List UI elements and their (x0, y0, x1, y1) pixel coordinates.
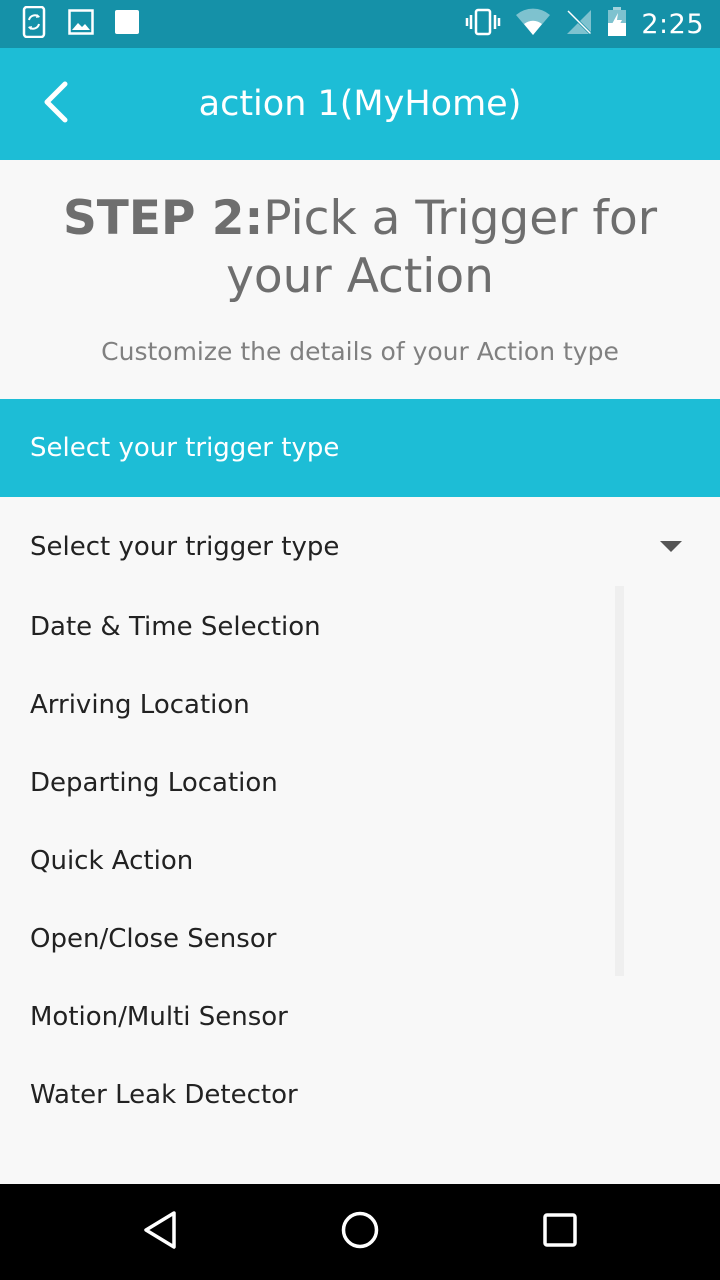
home-circle-icon (340, 1210, 380, 1254)
vibrate-icon (465, 8, 501, 40)
step-title: Pick a Trigger for your Action (226, 191, 658, 304)
page-title: action 1(MyHome) (198, 84, 522, 124)
option-departing-location[interactable]: Departing Location (0, 744, 720, 822)
option-date-time[interactable]: Date & Time Selection (0, 588, 720, 666)
dropdown-selected-label: Select your trigger type (30, 532, 340, 562)
step-subtitle: Customize the details of your Action typ… (101, 337, 619, 366)
no-signal-icon (565, 8, 593, 40)
chevron-left-icon (41, 81, 71, 127)
trigger-type-dropdown[interactable]: Select your trigger type (0, 497, 720, 597)
trigger-section-header: Select your trigger type (0, 399, 720, 497)
trigger-section-title: Select your trigger type (30, 433, 340, 463)
option-quick-action[interactable]: Quick Action (0, 822, 720, 900)
wifi-icon (515, 8, 551, 40)
options-scrollbar[interactable] (615, 586, 624, 976)
phone-sync-icon (22, 5, 48, 42)
status-time: 2:25 (641, 8, 704, 40)
nav-recents-button[interactable] (530, 1202, 590, 1262)
dropdown-arrow-icon (660, 541, 682, 552)
option-water-leak-detector[interactable]: Water Leak Detector (0, 1056, 720, 1134)
option-open-close-sensor[interactable]: Open/Close Sensor (0, 900, 720, 978)
image-icon (68, 9, 94, 39)
back-triangle-icon (142, 1210, 178, 1254)
option-motion-multi-sensor[interactable]: Motion/Multi Sensor (0, 978, 720, 1056)
step-heading: STEP 2:Pick a Trigger for your Action (20, 190, 700, 306)
nav-home-button[interactable] (330, 1202, 390, 1262)
battery-charging-icon (607, 7, 627, 41)
trigger-options-list: Date & Time Selection Arriving Location … (0, 588, 720, 1134)
option-arriving-location[interactable]: Arriving Location (0, 666, 720, 744)
navigation-bar (0, 1184, 720, 1280)
app-bar: action 1(MyHome) (0, 48, 720, 160)
nav-back-button[interactable] (130, 1202, 190, 1262)
recents-square-icon (542, 1212, 578, 1252)
square-notification-icon (114, 9, 140, 39)
status-bar: 2:25 (0, 0, 720, 48)
step-prefix: STEP 2: (62, 191, 264, 246)
back-button[interactable] (28, 76, 84, 132)
